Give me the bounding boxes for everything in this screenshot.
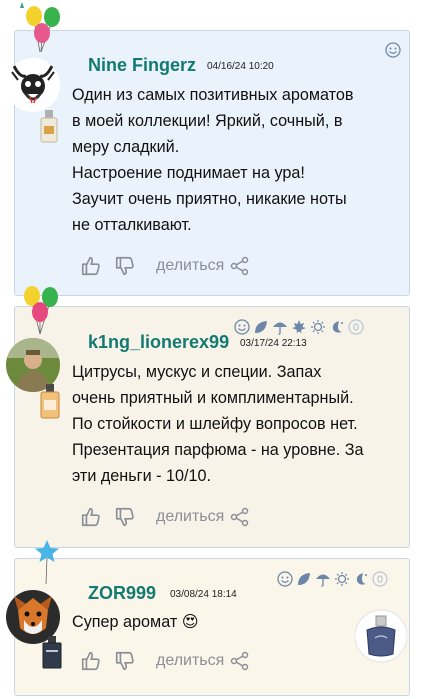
season-icons <box>277 571 388 587</box>
smiley-icon <box>234 319 250 335</box>
season-icons <box>234 319 364 335</box>
status-icon <box>348 319 364 335</box>
maple-leaf-icon <box>292 320 306 333</box>
review-actions: делиться <box>80 255 250 277</box>
review-text: Один из самых позитивных ароматов в моей… <box>72 86 354 234</box>
thumbs-up-icon[interactable] <box>80 255 102 277</box>
review-actions: делиться <box>80 506 250 528</box>
thumbs-up-icon[interactable] <box>80 506 102 528</box>
smiley-icon <box>385 42 401 58</box>
moon-icon <box>332 321 343 333</box>
thumbs-down-icon[interactable] <box>114 650 136 672</box>
review-text: Цитрусы, мускус и специи. Запах очень пр… <box>72 363 364 485</box>
status-icon <box>372 571 388 587</box>
username[interactable]: k1ng_lionerex99 <box>88 332 229 353</box>
perfume-bottle-icon <box>42 636 62 669</box>
review-date: 03/17/24 22:13 <box>240 338 307 349</box>
perfume-thumbnail[interactable] <box>355 608 407 664</box>
balloons-icon <box>20 2 60 53</box>
moon-icon <box>356 573 367 585</box>
leaf-icon <box>298 573 310 585</box>
review-actions: делиться <box>80 650 250 672</box>
sun-icon <box>335 572 349 586</box>
umbrella-icon <box>316 574 330 587</box>
share-icon[interactable] <box>230 256 250 276</box>
perfume-bottle-icon <box>40 384 60 419</box>
review-date: 03/08/24 18:14 <box>170 589 237 600</box>
balloons-icon <box>24 286 58 335</box>
perfume-bottle-icon <box>40 110 58 143</box>
share-button[interactable]: делиться <box>156 257 224 275</box>
share-button[interactable]: делиться <box>156 652 224 670</box>
smiley-icon <box>277 571 293 587</box>
review-date: 04/16/24 10:20 <box>207 61 274 72</box>
thumbs-down-icon[interactable] <box>114 255 136 277</box>
umbrella-icon <box>273 322 287 335</box>
thumbs-up-icon[interactable] <box>80 650 102 672</box>
thumbs-down-icon[interactable] <box>114 506 136 528</box>
leaf-icon <box>255 321 267 333</box>
avatar <box>6 58 60 112</box>
sun-icon <box>311 320 325 334</box>
star-balloon-icon <box>35 540 59 585</box>
username[interactable]: ZOR999 <box>88 583 156 604</box>
review-text: Супер аромат 😍 <box>72 613 199 631</box>
share-icon[interactable] <box>230 651 250 671</box>
username[interactable]: Nine Fingerz <box>88 55 196 76</box>
share-button[interactable]: делиться <box>156 508 224 526</box>
share-icon[interactable] <box>230 507 250 527</box>
